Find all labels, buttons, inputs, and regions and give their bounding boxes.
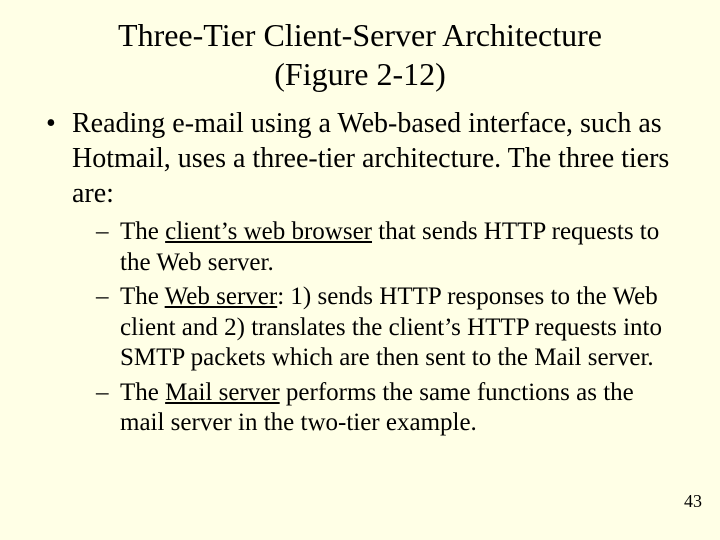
sub2-pre: The xyxy=(120,283,165,310)
page-number: 43 xyxy=(684,491,702,512)
sub2-underline: Web server xyxy=(165,283,278,310)
sub-bullet-1: The client’s web browser that sends HTTP… xyxy=(96,217,676,278)
bullet-item-1: Reading e-mail using a Web-based interfa… xyxy=(44,106,676,439)
sub1-underline: client’s web browser xyxy=(165,218,372,245)
slide-title: Three-Tier Client-Server Architecture (F… xyxy=(44,16,676,94)
sub-bullet-3: The Mail server performs the same functi… xyxy=(96,378,676,439)
bullet-list: Reading e-mail using a Web-based interfa… xyxy=(44,106,676,439)
sub-bullet-list: The client’s web browser that sends HTTP… xyxy=(72,217,676,439)
bullet-1-text: Reading e-mail using a Web-based interfa… xyxy=(72,108,669,209)
title-line-2: (Figure 2-12) xyxy=(274,56,446,92)
title-line-1: Three-Tier Client-Server Architecture xyxy=(118,17,602,53)
sub-bullet-2: The Web server: 1) sends HTTP responses … xyxy=(96,282,676,374)
slide: Three-Tier Client-Server Architecture (F… xyxy=(0,0,720,540)
sub3-underline: Mail server xyxy=(165,379,280,406)
sub1-pre: The xyxy=(120,218,165,245)
sub3-pre: The xyxy=(120,379,165,406)
